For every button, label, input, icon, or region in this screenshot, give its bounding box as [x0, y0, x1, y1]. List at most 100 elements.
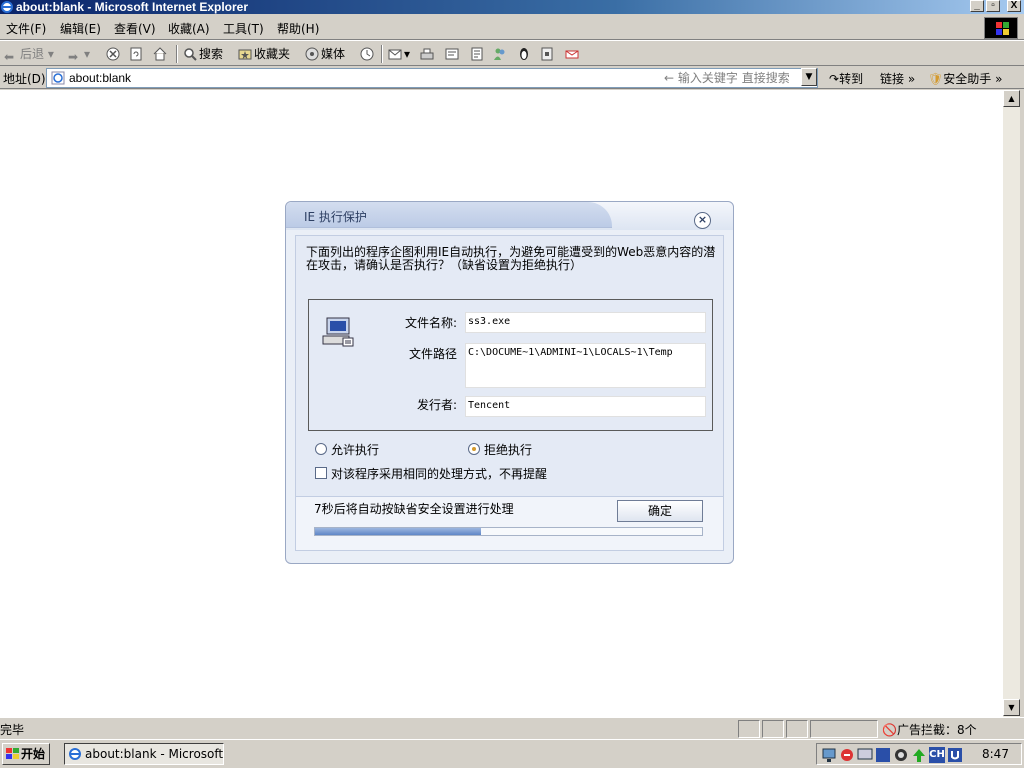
edit-icon: [445, 48, 459, 60]
print-icon: [420, 48, 434, 60]
address-dropdown-button[interactable]: ▼: [801, 68, 817, 86]
scroll-up-button[interactable]: ▲: [1003, 90, 1020, 107]
dialog-close-button[interactable]: ×: [694, 212, 711, 229]
file-name-field: ss3.exe: [465, 312, 706, 333]
ad-block-status[interactable]: 🚫广告拦截：8个: [882, 721, 977, 738]
computer-icon[interactable]: [857, 747, 873, 763]
back-label: 后退: [20, 47, 45, 61]
clock[interactable]: 8:47: [982, 747, 1009, 761]
address-label: 地址(D): [3, 72, 46, 86]
keyword-search-hint[interactable]: ← 输入关键字 直接搜索: [664, 69, 790, 86]
status-cell: [810, 720, 878, 738]
allow-label[interactable]: 允许执行: [331, 441, 379, 458]
refresh-icon: [130, 47, 142, 61]
menu-view[interactable]: 查看(V): [114, 20, 156, 37]
file-name-label: 文件名称:: [404, 316, 457, 330]
restore-button[interactable]: ▫: [986, 0, 1000, 12]
ad-block-text: 广告拦截：8个: [896, 723, 977, 737]
keyword-search-text: 输入关键字 直接搜索: [677, 71, 790, 85]
taskbar-ie-window[interactable]: about:blank - Microsoft In...: [64, 743, 224, 765]
refresh-button[interactable]: [129, 45, 145, 63]
ie-logo-icon: [1, 1, 13, 13]
favorites-label: 收藏夹: [254, 47, 291, 61]
shield-icon: 🛡: [928, 72, 944, 86]
forward-button[interactable]: ➡ ▾: [68, 45, 90, 64]
page-icon: [51, 71, 65, 85]
upload-arrow-icon[interactable]: [911, 747, 927, 763]
mailbox-icon: [565, 50, 579, 59]
dialog-title: IE 执行保护: [304, 210, 367, 224]
menu-edit[interactable]: 编辑(E): [60, 20, 101, 37]
language-indicator[interactable]: CH: [929, 747, 945, 763]
media-button[interactable]: 媒体: [305, 45, 345, 63]
search-icon: [184, 48, 197, 61]
windows-logo-icon: [984, 17, 1018, 39]
messenger-button[interactable]: [493, 45, 509, 63]
back-button[interactable]: ⬅ 后退 ▾: [4, 45, 54, 64]
history-button[interactable]: [360, 45, 376, 63]
remember-label[interactable]: 对该程序采用相同的处理方式，不再提醒: [331, 465, 547, 482]
allow-radio[interactable]: [315, 443, 327, 455]
standard-toolbar: ⬅ 后退 ▾ ➡ ▾ 搜索 收藏夹 媒体 ▾: [0, 40, 1024, 66]
countdown-progress-bar: [314, 527, 703, 536]
links-button[interactable]: 链接 »: [880, 70, 915, 87]
publisher-field: Tencent: [465, 396, 706, 417]
remember-checkbox[interactable]: [315, 467, 327, 479]
stop-button[interactable]: [106, 45, 122, 63]
research-button[interactable]: [540, 45, 556, 63]
network-icon[interactable]: [821, 747, 837, 763]
media-icon: [305, 47, 319, 61]
mail-button[interactable]: ▾: [388, 45, 410, 63]
speaker-icon[interactable]: [893, 747, 909, 763]
discuss-icon: [471, 47, 483, 61]
menu-favorites[interactable]: 收藏(A): [168, 20, 210, 37]
monitor-icon[interactable]: [875, 747, 891, 763]
close-button[interactable]: X: [1007, 0, 1021, 12]
favorites-icon: [238, 49, 252, 60]
start-button[interactable]: 开始: [2, 743, 50, 765]
progress-fill: [315, 528, 482, 535]
status-cell: [786, 720, 808, 738]
security-assistant-label: 安全助手: [943, 72, 992, 86]
messenger-icon: [494, 48, 505, 60]
back-arrow-icon: ⬅: [4, 50, 15, 64]
window-title: about:blank - Microsoft Internet Explore…: [16, 0, 249, 14]
go-button[interactable]: ↷转到: [829, 70, 863, 87]
qq-penguin-icon: [520, 48, 528, 60]
menu-help[interactable]: 帮助(H): [277, 20, 319, 37]
taskbar-ie-label: about:blank - Microsoft In...: [85, 747, 224, 761]
vertical-scrollbar[interactable]: ▲ ▼: [1003, 90, 1020, 717]
security-assistant-button[interactable]: 🛡安全助手 »: [928, 70, 1002, 87]
ok-button[interactable]: 确定: [617, 500, 703, 522]
menu-tools[interactable]: 工具(T): [223, 20, 264, 37]
status-cell: [762, 720, 784, 738]
go-label: 转到: [839, 72, 864, 86]
forward-arrow-icon: ➡: [68, 50, 79, 64]
extra-button[interactable]: [565, 45, 581, 63]
ie-protection-dialog: IE 执行保护 × 下面列出的程序企图利用IE自动执行，为避免可能遭受到的Web…: [285, 201, 734, 564]
edit-button[interactable]: [445, 45, 461, 63]
input-method-icon[interactable]: [947, 747, 963, 763]
taskbar: 开始 about:blank - Microsoft In... CH 8:47: [0, 739, 1024, 768]
deny-radio[interactable]: [468, 443, 480, 455]
antivirus-icon[interactable]: [839, 747, 855, 763]
print-button[interactable]: [420, 45, 436, 63]
search-button[interactable]: 搜索: [183, 45, 223, 63]
address-bar: 地址(D) about:blank ← 输入关键字 直接搜索 ▼ ↷转到 链接 …: [0, 67, 1024, 89]
window-edge: [1020, 90, 1024, 717]
file-path-field: C:\DOCUME~1\ADMINI~1\LOCALS~1\Temp: [465, 343, 706, 388]
toolbar-separator: [381, 45, 383, 63]
menu-file[interactable]: 文件(F): [6, 20, 46, 37]
status-cell: [738, 720, 760, 738]
favorites-button[interactable]: 收藏夹: [238, 45, 290, 63]
qq-button[interactable]: [517, 45, 533, 63]
start-label: 开始: [21, 747, 46, 761]
home-button[interactable]: [153, 45, 169, 63]
computer-program-icon: [322, 317, 354, 347]
discuss-button[interactable]: [470, 45, 486, 63]
file-path-label: 文件路径: [408, 347, 457, 361]
deny-label[interactable]: 拒绝执行: [484, 441, 532, 458]
ad-block-icon: 🚫: [882, 723, 897, 737]
scroll-down-button[interactable]: ▼: [1003, 699, 1020, 716]
minimize-button[interactable]: _: [970, 0, 984, 12]
